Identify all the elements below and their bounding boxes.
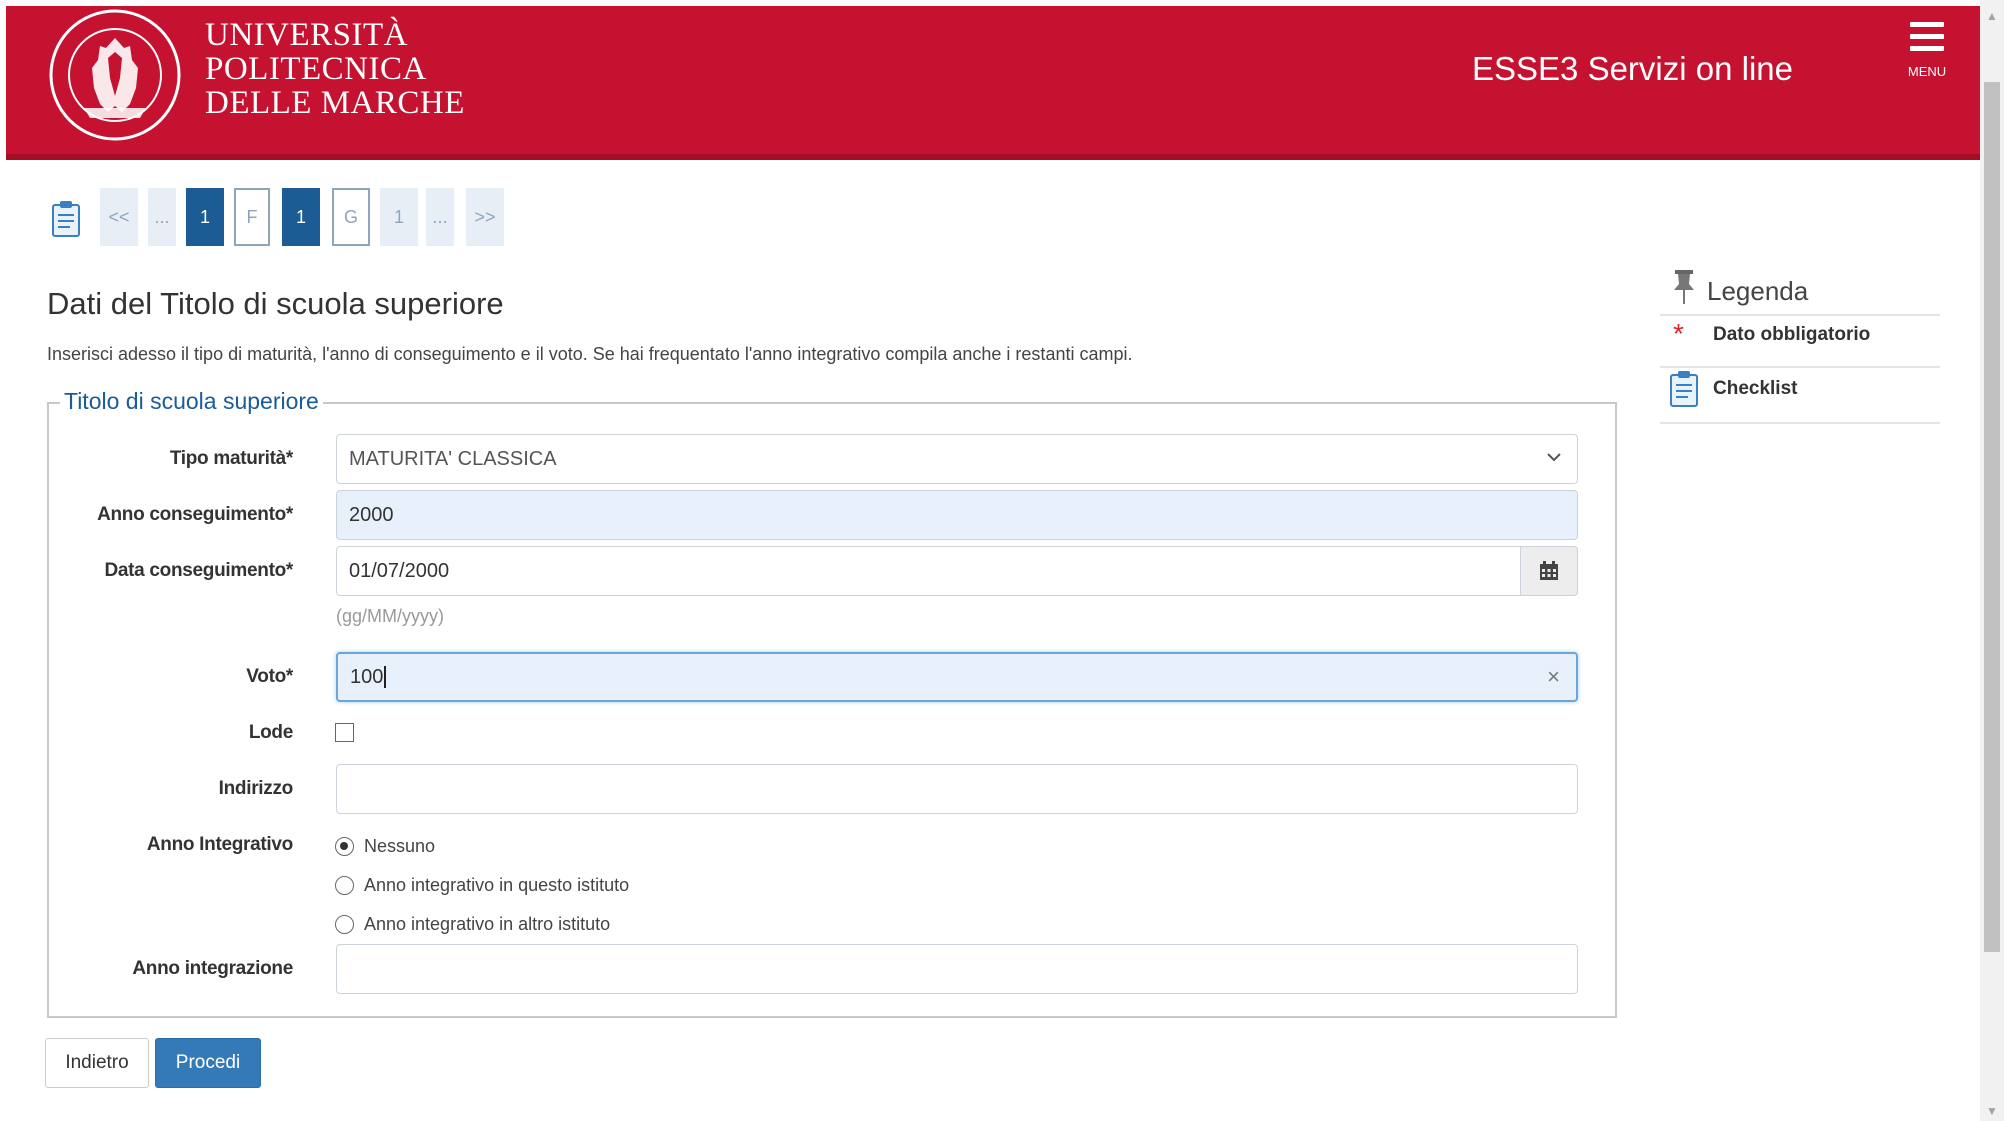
date-format-hint: (gg/MM/yyyy) (336, 606, 444, 626)
pushpin-icon (1674, 270, 1694, 304)
anno-conseguimento-input[interactable]: 2000 (336, 490, 1578, 540)
pager-step-next-button[interactable]: 1 (380, 188, 418, 246)
brand-line-1: UNIVERSITÀ (205, 17, 408, 53)
tipo-maturita-label: Tipo maturità* (169, 448, 293, 469)
anno-conseguimento-label: Anno conseguimento* (97, 504, 293, 525)
radio-option-questo-istituto[interactable]: Anno integrativo in questo istituto (335, 873, 629, 897)
hamburger-icon-bar (1910, 46, 1944, 51)
chevron-down-icon (1547, 453, 1561, 462)
page-title: Dati del Titolo di scuola superiore (47, 286, 504, 321)
tipo-maturita-value: MATURITA' CLASSICA (349, 447, 557, 470)
menu-button[interactable]: MENU (1898, 16, 1962, 86)
page-intro: Inserisci adesso il tipo di maturità, l'… (47, 344, 1133, 364)
legenda-divider (1660, 314, 1940, 316)
vertical-scrollbar[interactable]: ▲ ▼ (1980, 0, 2004, 1121)
radio-option-nessuno[interactable]: Nessuno (335, 834, 435, 858)
checklist-icon (1670, 371, 1698, 407)
pager-step-g-button[interactable]: G (332, 188, 370, 246)
legenda-item-dato-obbligatorio: Dato obbligatorio (1713, 324, 1871, 345)
radio-button[interactable] (335, 914, 354, 934)
voto-label: Voto* (246, 666, 293, 687)
brand-line-2: POLITECNICA (205, 51, 427, 87)
anno-integrazione-input[interactable] (336, 944, 1578, 994)
anno-conseguimento-value: 2000 (349, 503, 394, 526)
pager-step-1-current-button[interactable]: 1 (282, 188, 320, 246)
university-name[interactable]: UNIVERSITÀ POLITECNICA DELLE MARCHE (205, 18, 465, 120)
scroll-down-arrow-icon[interactable]: ▼ (1980, 1101, 2004, 1121)
calendar-icon (1540, 561, 1558, 580)
lode-label: Lode (248, 722, 293, 743)
data-conseguimento-label: Data conseguimento* (104, 560, 293, 581)
voto-input[interactable]: 100 × (336, 652, 1578, 702)
menu-label: MENU (1907, 64, 1947, 79)
data-conseguimento-value: 01/07/2000 (349, 559, 450, 582)
pager-ellipsis[interactable]: ... (426, 188, 454, 246)
anno-integrativo-label: Anno Integrativo (146, 834, 293, 855)
pager-step-f-button[interactable]: F (234, 188, 270, 246)
scroll-thumb[interactable] (1984, 82, 2000, 952)
fieldset-legend: Titolo di scuola superiore (60, 388, 323, 415)
indietro-button[interactable]: Indietro (45, 1038, 149, 1088)
pager-ellipsis[interactable]: ... (148, 188, 176, 246)
procedi-button[interactable]: Procedi (155, 1038, 261, 1088)
app-title: ESSE3 Servizi on line (1472, 50, 1793, 87)
indirizzo-input[interactable] (336, 764, 1578, 814)
text-caret (384, 666, 386, 688)
data-conseguimento-input[interactable]: 01/07/2000 (336, 546, 1578, 596)
lode-checkbox[interactable] (335, 723, 354, 742)
legenda-divider (1660, 366, 1940, 368)
checklist-icon[interactable] (50, 200, 82, 238)
radio-label: Nessuno (364, 835, 436, 856)
radio-label: Anno integrativo in questo istituto (364, 874, 630, 895)
scroll-up-arrow-icon[interactable]: ▲ (1980, 6, 2004, 26)
radio-label: Anno integrativo in altro istituto (364, 913, 611, 934)
hamburger-icon (1910, 22, 1944, 27)
clear-icon[interactable]: × (1547, 664, 1560, 690)
radio-button[interactable] (335, 836, 354, 856)
calendar-button[interactable] (1520, 546, 1578, 596)
tipo-maturita-select[interactable]: MATURITA' CLASSICA (336, 434, 1578, 484)
hamburger-icon-bar (1910, 34, 1944, 39)
legenda-item-checklist: Checklist (1713, 378, 1798, 399)
voto-value: 100 (350, 665, 384, 688)
legenda-divider (1660, 422, 1940, 424)
required-star-icon: * (1673, 318, 1684, 349)
site-header: UNIVERSITÀ POLITECNICA DELLE MARCHE ESSE… (6, 6, 1980, 160)
brand-line-3: DELLE MARCHE (205, 85, 465, 121)
pager-last-button[interactable]: >> (466, 188, 504, 246)
pager-step-1-button[interactable]: 1 (186, 188, 224, 246)
university-seal-logo[interactable] (48, 8, 182, 142)
radio-option-altro-istituto[interactable]: Anno integrativo in altro istituto (335, 912, 610, 936)
indirizzo-label: Indirizzo (218, 778, 294, 799)
legenda-title: Legenda (1707, 276, 1809, 306)
anno-integrazione-label: Anno integrazione (132, 958, 293, 979)
radio-button[interactable] (335, 875, 354, 895)
pager-first-button[interactable]: << (100, 188, 138, 246)
